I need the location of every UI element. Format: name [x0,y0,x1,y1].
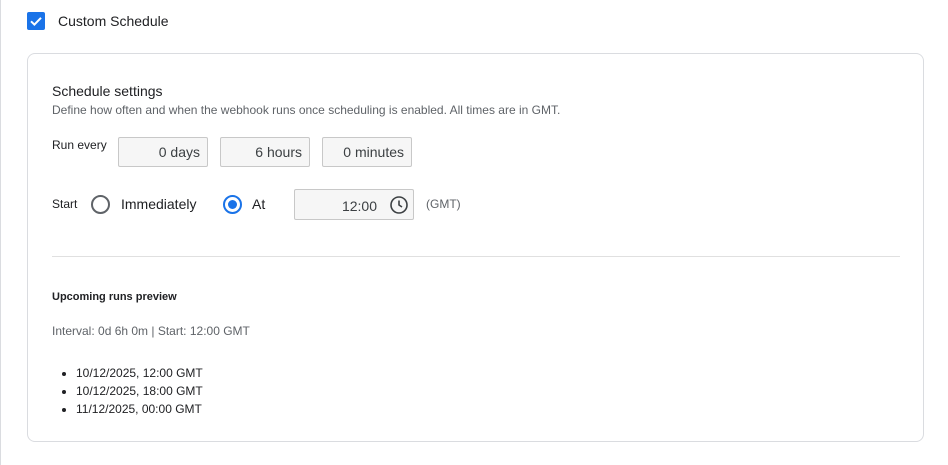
start-at-radio[interactable] [223,195,242,214]
run-every-label: Run every [52,138,107,152]
clock-icon[interactable] [389,195,409,215]
custom-schedule-row[interactable]: Custom Schedule [27,12,169,30]
preview-title: Upcoming runs preview [52,291,177,303]
days-input[interactable]: 0 days [118,137,208,167]
list-item: 11/12/2025, 00:00 GMT [76,400,203,418]
upcoming-runs-list: 10/12/2025, 12:00 GMT 10/12/2025, 18:00 … [76,364,203,418]
hours-input[interactable]: 6 hours [220,137,310,167]
settings-title: Schedule settings [52,83,163,99]
custom-schedule-checkbox[interactable] [27,12,45,30]
section-divider [52,256,900,257]
schedule-settings-card: Schedule settings Define how often and w… [27,53,924,442]
settings-description: Define how often and when the webhook ru… [52,103,561,117]
immediately-label[interactable]: Immediately [121,196,196,212]
interval-summary: Interval: 0d 6h 0m | Start: 12:00 GMT [52,324,250,338]
list-item: 10/12/2025, 18:00 GMT [76,382,203,400]
minutes-input[interactable]: 0 minutes [322,137,412,167]
custom-schedule-label: Custom Schedule [58,13,169,29]
list-item: 10/12/2025, 12:00 GMT [76,364,203,382]
timezone-note: (GMT) [426,197,461,211]
start-immediately-radio[interactable] [91,195,110,214]
at-label[interactable]: At [252,196,265,212]
schedule-page: Custom Schedule Schedule settings Define… [0,0,948,465]
start-time-value: 12:00 [341,198,377,214]
checkmark-icon [30,17,42,27]
start-label: Start [52,197,78,211]
start-time-input[interactable]: 12:00 [294,189,414,220]
